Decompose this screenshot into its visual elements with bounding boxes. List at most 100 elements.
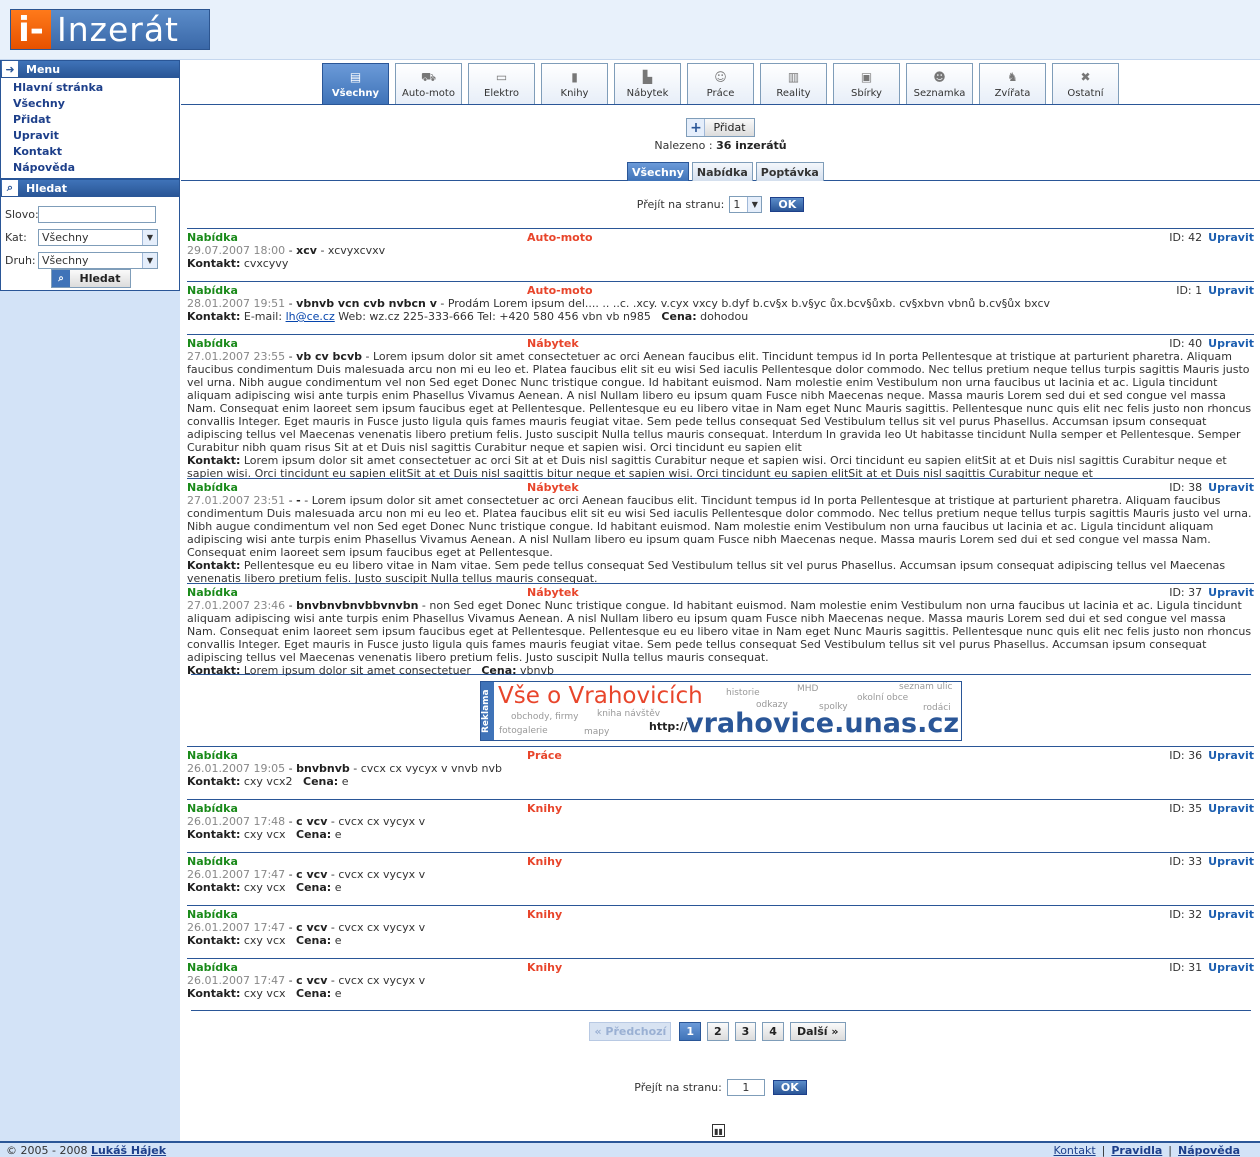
contact-value: cxy vcx xyxy=(240,987,286,1000)
tab-knihy[interactable]: ▮ Knihy xyxy=(541,63,608,104)
listing-category: Nábytek xyxy=(527,337,579,350)
price-label: Cena: xyxy=(661,310,697,323)
edit-link[interactable]: Upravit xyxy=(1208,284,1254,297)
page-jump-top: Přejít na stranu: 1 ▼ OK xyxy=(181,196,1260,213)
contact-value: cvxcyvy xyxy=(240,257,289,270)
menu-item-add[interactable]: Přidat xyxy=(13,112,179,128)
chevron-down-icon[interactable]: ▼ xyxy=(747,197,762,212)
tab-sbirky[interactable]: ▣ Sbírky xyxy=(833,63,900,104)
tab-elektro[interactable]: ▭ Elektro xyxy=(468,63,535,104)
building-icon: ▥ xyxy=(787,70,800,84)
listing-item: Nabídka Práce ID: 36 Upravit 26.01.2007 1… xyxy=(187,746,1254,788)
menu-item-contact[interactable]: Kontakt xyxy=(13,144,179,160)
edit-link[interactable]: Upravit xyxy=(1208,855,1254,868)
next-page-button[interactable]: Další » xyxy=(789,1022,846,1041)
listing-type: Nabídka xyxy=(187,481,238,494)
banner-word: mapy xyxy=(584,727,610,737)
edit-link[interactable]: Upravit xyxy=(1208,337,1254,350)
listing-item: Nabídka Auto-moto ID: 1 Upravit 28.01.200… xyxy=(187,281,1254,323)
listing-date: 26.01.2007 17:47 xyxy=(187,921,286,934)
sidebar: ➜ Menu Hlavní stránka Všechny Přidat Upr… xyxy=(0,60,180,291)
page-button-1[interactable]: 1 xyxy=(679,1022,701,1041)
banner-word: fotogalerie xyxy=(499,726,548,736)
search-title: Hledat xyxy=(26,181,67,195)
tab-prace[interactable]: ☺ Práce xyxy=(687,63,754,104)
page-select[interactable]: 1 ▼ xyxy=(729,196,763,213)
author-link[interactable]: Lukáš Hájek xyxy=(91,1144,166,1157)
edit-link[interactable]: Upravit xyxy=(1208,231,1254,244)
listing-id: ID: 42 xyxy=(1169,231,1203,244)
type-tab-offer[interactable]: Nabídka xyxy=(691,162,753,181)
computer-icon: ▭ xyxy=(495,70,508,84)
menu-item-home[interactable]: Hlavní stránka xyxy=(13,80,179,96)
page-button-4[interactable]: 4 xyxy=(762,1022,784,1041)
page-button-2[interactable]: 2 xyxy=(706,1022,729,1041)
listing-category: Nábytek xyxy=(527,586,579,599)
tab-ostatni[interactable]: ✖ Ostatní xyxy=(1052,63,1119,104)
banner-url: vrahovice.unas.cz xyxy=(686,708,960,739)
category-select[interactable]: Všechny ▼ xyxy=(38,229,158,246)
listing-item: Nabídka Knihy ID: 35 Upravit 26.01.2007 1… xyxy=(187,799,1254,841)
footer-link-rules[interactable]: Pravidla xyxy=(1111,1144,1162,1157)
listing-id: ID: 33 xyxy=(1169,855,1203,868)
tab-seznamka[interactable]: ☻ Seznamka xyxy=(906,63,973,104)
banner-word: seznam ulic xyxy=(899,682,953,692)
word-input[interactable] xyxy=(38,206,156,223)
contact-value: Pellentesque eu eu libero vitae in Nam v… xyxy=(187,559,1226,585)
search-button[interactable]: ⌕ Hledat xyxy=(51,269,131,288)
listing-category: Knihy xyxy=(527,961,563,974)
edit-link[interactable]: Upravit xyxy=(1208,481,1254,494)
edit-link[interactable]: Upravit xyxy=(1208,749,1254,762)
listing-id: ID: 35 xyxy=(1169,802,1203,815)
tab-zvirata[interactable]: ♞ Zvířata xyxy=(979,63,1046,104)
search-header: ⌕ Hledat xyxy=(0,179,180,197)
contact-label: Kontakt: xyxy=(187,559,241,572)
price-label: Cena: xyxy=(296,828,332,841)
edit-link[interactable]: Upravit xyxy=(1208,961,1254,974)
menu-item-help[interactable]: Nápověda xyxy=(13,160,179,176)
site-logo[interactable]: i- Inzerát xyxy=(10,9,210,50)
contact-value: cxy vcx2 xyxy=(240,775,293,788)
add-ad-button[interactable]: + Přidat xyxy=(686,118,755,137)
edit-link[interactable]: Upravit xyxy=(1208,586,1254,599)
tab-all[interactable]: ▤ Všechny xyxy=(322,63,389,104)
chevron-down-icon[interactable]: ▼ xyxy=(142,253,157,268)
tab-nabytek[interactable]: ▙ Nábytek xyxy=(614,63,681,104)
type-select[interactable]: Všechny ▼ xyxy=(38,252,158,269)
listing-text: - Prodám Lorem ipsum del.... .. ..c. .xc… xyxy=(436,297,1051,310)
tab-reality[interactable]: ▥ Reality xyxy=(760,63,827,104)
menu-item-edit[interactable]: Upravit xyxy=(13,128,179,144)
email-link[interactable]: lh@ce.cz xyxy=(286,310,335,323)
search-icon: ⌕ xyxy=(52,270,70,287)
listing-text: - cvcx cx vycyx v xyxy=(327,921,426,934)
edit-link[interactable]: Upravit xyxy=(1208,802,1254,815)
listing-title: bnvbnvb xyxy=(296,762,350,775)
tab-auto-moto[interactable]: ⛟ Auto-moto xyxy=(395,63,462,104)
page-button-3[interactable]: 3 xyxy=(734,1022,757,1041)
listing-type: Nabídka xyxy=(187,749,238,762)
page-jump-ok-button[interactable]: OK xyxy=(770,197,805,212)
page-jump-ok-button[interactable]: OK xyxy=(772,1080,807,1095)
chevron-down-icon[interactable]: ▼ xyxy=(142,230,157,245)
contact-label: Kontakt: xyxy=(187,881,241,894)
page-number-input[interactable]: 1 xyxy=(726,1079,765,1096)
copyright: © 2005 - 2008 Lukáš Hájek xyxy=(6,1144,166,1157)
listing-id: ID: 38 xyxy=(1169,481,1203,494)
advert-banner[interactable]: Reklama Vše o Vrahovicích historie MHD s… xyxy=(480,681,962,741)
tab-label: Zvířata xyxy=(994,88,1031,99)
prev-page-button[interactable]: « Předchozí xyxy=(589,1022,672,1041)
listing-category: Knihy xyxy=(527,855,563,868)
footer-link-contact[interactable]: Kontakt xyxy=(1054,1144,1096,1157)
listing-title: xcv xyxy=(296,244,317,257)
listing-date: 26.01.2007 17:47 xyxy=(187,868,286,881)
stats-counter-icon[interactable]: ▮▮ xyxy=(712,1124,725,1137)
magnifier-icon: ⌕ xyxy=(2,180,18,196)
other-icon: ✖ xyxy=(1080,70,1091,84)
tab-label: Reality xyxy=(776,88,811,99)
edit-link[interactable]: Upravit xyxy=(1208,908,1254,921)
type-tab-all[interactable]: Všechny xyxy=(627,162,689,181)
main-content: ▤ Všechny ⛟ Auto-moto ▭ Elektro ▮ Knihy ▙ Náb… xyxy=(181,60,1260,1141)
type-tab-demand[interactable]: Poptávka xyxy=(755,162,824,181)
footer-link-help[interactable]: Nápověda xyxy=(1178,1144,1240,1157)
menu-item-all[interactable]: Všechny xyxy=(13,96,179,112)
